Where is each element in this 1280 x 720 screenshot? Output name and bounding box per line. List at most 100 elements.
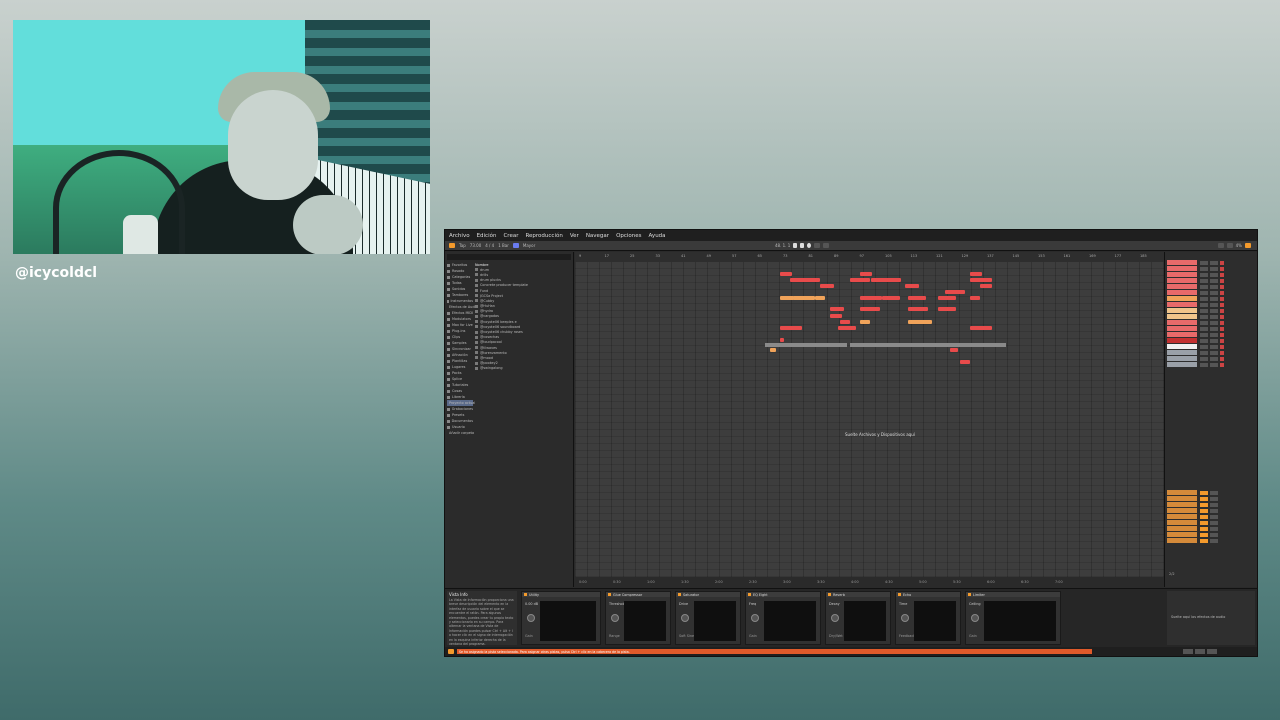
track-arm-icon[interactable] xyxy=(1220,260,1224,265)
track-volume[interactable] xyxy=(1200,296,1208,301)
midi-clip[interactable] xyxy=(882,296,900,300)
device-header[interactable]: EQ Eight xyxy=(746,592,820,597)
send-knob[interactable] xyxy=(1200,520,1208,525)
track-volume[interactable] xyxy=(1200,350,1208,355)
track-header[interactable] xyxy=(1167,350,1197,355)
track-pan[interactable] xyxy=(1210,266,1218,271)
menu-item[interactable]: Ayuda xyxy=(649,233,666,239)
device-power-icon[interactable] xyxy=(678,593,681,596)
track-pan[interactable] xyxy=(1210,344,1218,349)
device-panel[interactable]: Glue Compressor Threshold Range xyxy=(605,591,671,645)
midi-clip[interactable] xyxy=(945,290,965,294)
midi-clip[interactable] xyxy=(908,307,928,311)
track-header[interactable] xyxy=(1167,332,1197,337)
midi-clip[interactable] xyxy=(850,278,870,282)
track-volume[interactable] xyxy=(1210,538,1218,543)
send-knob[interactable] xyxy=(1200,496,1208,501)
device-knob[interactable] xyxy=(971,614,979,622)
device-knob[interactable] xyxy=(681,614,689,622)
track-arm-icon[interactable] xyxy=(1220,302,1224,307)
track-volume[interactable] xyxy=(1200,356,1208,361)
midi-clip[interactable] xyxy=(950,348,958,352)
stop-icon[interactable] xyxy=(800,243,805,248)
send-knob[interactable] xyxy=(1200,538,1208,543)
return-track-header[interactable] xyxy=(1167,508,1197,513)
midi-clip[interactable] xyxy=(830,314,842,318)
midi-clip[interactable] xyxy=(815,296,825,300)
midi-clip[interactable] xyxy=(860,307,880,311)
track-volume[interactable] xyxy=(1200,290,1208,295)
return-track-header[interactable] xyxy=(1167,538,1197,543)
track-arm-icon[interactable] xyxy=(1220,350,1224,355)
key-map-button[interactable] xyxy=(1217,243,1224,248)
send-knob[interactable] xyxy=(1200,490,1208,495)
key-scale-select[interactable]: Mayor xyxy=(523,243,535,248)
midi-clip[interactable] xyxy=(860,272,872,276)
midi-clip[interactable] xyxy=(908,320,932,324)
track-header[interactable] xyxy=(1167,278,1197,283)
status-toggle[interactable] xyxy=(1207,649,1217,654)
track-arm-icon[interactable] xyxy=(1220,320,1224,325)
track-pan[interactable] xyxy=(1210,314,1218,319)
return-track-header[interactable] xyxy=(1167,520,1197,525)
track-volume[interactable] xyxy=(1200,332,1208,337)
track-header[interactable] xyxy=(1167,356,1197,361)
loop-icon[interactable] xyxy=(814,243,821,248)
midi-clip[interactable] xyxy=(970,296,980,300)
track-pan[interactable] xyxy=(1210,272,1218,277)
device-power-icon[interactable] xyxy=(608,593,611,596)
browser-search-input[interactable] xyxy=(447,254,571,260)
midi-clip[interactable] xyxy=(838,326,856,330)
track-volume[interactable] xyxy=(1210,520,1218,525)
tap-button[interactable]: Tap xyxy=(459,243,466,248)
browser-file-row[interactable]: @swingalong xyxy=(475,366,571,371)
track-pan[interactable] xyxy=(1210,290,1218,295)
midi-clip[interactable] xyxy=(970,272,982,276)
track-volume[interactable] xyxy=(1210,490,1218,495)
device-header[interactable]: Utility xyxy=(522,592,600,597)
device-knob[interactable] xyxy=(611,614,619,622)
track-volume[interactable] xyxy=(1200,260,1208,265)
device-power-icon[interactable] xyxy=(524,593,527,596)
device-knob[interactable] xyxy=(901,614,909,622)
punch-icon[interactable] xyxy=(823,243,830,248)
track-header[interactable] xyxy=(1167,266,1197,271)
midi-clip[interactable] xyxy=(840,320,850,324)
ext-sync-button[interactable] xyxy=(449,243,455,248)
track-volume[interactable] xyxy=(1200,338,1208,343)
status-toggle[interactable] xyxy=(1195,649,1205,654)
track-pan[interactable] xyxy=(1210,320,1218,325)
track-arm-icon[interactable] xyxy=(1220,296,1224,301)
track-volume[interactable] xyxy=(1200,344,1208,349)
audio-clip[interactable] xyxy=(765,343,847,347)
return-track-header[interactable] xyxy=(1167,490,1197,495)
menu-item[interactable]: Edición xyxy=(477,233,497,239)
track-arm-icon[interactable] xyxy=(1220,362,1224,367)
track-volume[interactable] xyxy=(1200,326,1208,331)
midi-clip[interactable] xyxy=(790,278,820,282)
track-volume[interactable] xyxy=(1210,532,1218,537)
track-volume[interactable] xyxy=(1210,502,1218,507)
midi-clip[interactable] xyxy=(780,338,784,342)
device-panel[interactable]: Reverb Decay Dry/Wet xyxy=(825,591,891,645)
midi-map-button[interactable] xyxy=(1226,243,1233,248)
device-panel[interactable]: Saturator Drive Soft Sine xyxy=(675,591,741,645)
track-volume[interactable] xyxy=(1210,514,1218,519)
track-pan[interactable] xyxy=(1210,308,1218,313)
track-header[interactable] xyxy=(1167,284,1197,289)
midi-clip[interactable] xyxy=(780,326,802,330)
return-track-header[interactable] xyxy=(1167,514,1197,519)
track-header[interactable] xyxy=(1167,272,1197,277)
midi-clip[interactable] xyxy=(770,348,776,352)
track-header[interactable] xyxy=(1167,290,1197,295)
device-power-icon[interactable] xyxy=(968,593,971,596)
midi-clip[interactable] xyxy=(860,320,870,324)
track-pan[interactable] xyxy=(1210,326,1218,331)
track-arm-icon[interactable] xyxy=(1220,272,1224,277)
menu-item[interactable]: Reproducción xyxy=(525,233,562,239)
menu-item[interactable]: Archivo xyxy=(449,233,470,239)
track-volume[interactable] xyxy=(1200,302,1208,307)
track-pan[interactable] xyxy=(1210,260,1218,265)
track-pan[interactable] xyxy=(1210,350,1218,355)
device-power-icon[interactable] xyxy=(898,593,901,596)
